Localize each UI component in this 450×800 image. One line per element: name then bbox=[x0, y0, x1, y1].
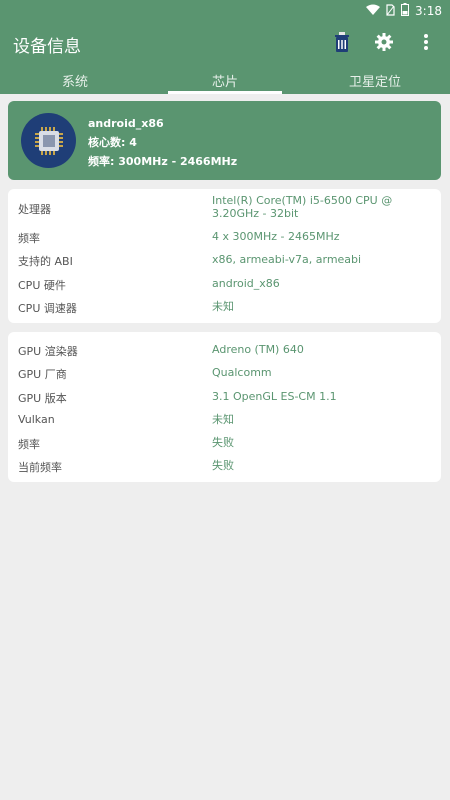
info-key: 频率 bbox=[18, 438, 40, 451]
cpu-info-card: 处理器 Intel(R) Core(TM) i5-6500 CPU @ 3.20… bbox=[8, 189, 441, 323]
info-value: Qualcomm bbox=[212, 366, 272, 379]
chip-summary-card: android_x86 核心数: 4 频率: 300MHz - 2466MHz bbox=[8, 101, 441, 180]
info-value: Intel(R) Core(TM) i5-6500 CPU @ 3.20GHz … bbox=[212, 194, 393, 220]
info-value: Adreno (TM) 640 bbox=[212, 343, 304, 356]
info-key: 处理器 bbox=[18, 203, 51, 216]
info-value: android_x86 bbox=[212, 277, 280, 290]
info-value: 失败 bbox=[212, 459, 234, 472]
tab-bar: 系统 芯片 卫星定位 bbox=[0, 66, 450, 94]
page-title: 设备信息 bbox=[13, 37, 81, 57]
info-value: 失败 bbox=[212, 436, 234, 449]
app-bar: 设备信息 系统 芯片 卫星定位 bbox=[0, 22, 450, 94]
tab-gnss[interactable]: 卫星定位 bbox=[300, 66, 450, 94]
info-key: 当前频率 bbox=[18, 461, 62, 474]
info-key: 支持的 ABI bbox=[18, 255, 73, 268]
info-value: 未知 bbox=[212, 413, 234, 426]
gpu-info-card: GPU 渲染器 Adreno (TM) 640 GPU 厂商 Qualcomm … bbox=[8, 332, 441, 482]
frequency-range: 频率: 300MHz - 2466MHz bbox=[88, 155, 238, 168]
info-key: 频率 bbox=[18, 232, 40, 245]
sim-icon bbox=[386, 3, 395, 19]
wifi-icon bbox=[366, 4, 381, 19]
battery-icon bbox=[401, 3, 410, 19]
status-bar: 3:18 bbox=[0, 0, 450, 22]
info-key: CPU 硬件 bbox=[18, 279, 66, 292]
info-value: 3.1 OpenGL ES-CM 1.1 bbox=[212, 390, 337, 403]
tab-chip[interactable]: 芯片 bbox=[150, 66, 300, 94]
info-key: GPU 渲染器 bbox=[18, 345, 78, 358]
status-time: 3:18 bbox=[415, 4, 442, 18]
device-name: android_x86 bbox=[88, 117, 164, 130]
info-value: 4 x 300MHz - 2465MHz bbox=[212, 230, 340, 243]
info-key: GPU 厂商 bbox=[18, 368, 67, 381]
clean-icon[interactable] bbox=[330, 30, 354, 54]
chip-icon bbox=[21, 113, 76, 168]
info-value: x86, armeabi-v7a, armeabi bbox=[212, 253, 362, 266]
more-vert-icon[interactable] bbox=[414, 30, 438, 54]
info-key: GPU 版本 bbox=[18, 392, 67, 405]
info-key: CPU 调速器 bbox=[18, 302, 77, 315]
info-value: 未知 bbox=[212, 300, 234, 313]
gear-icon[interactable] bbox=[372, 30, 396, 54]
core-count: 核心数: 4 bbox=[88, 136, 137, 149]
tab-system[interactable]: 系统 bbox=[0, 66, 150, 94]
info-key: Vulkan bbox=[18, 413, 55, 426]
